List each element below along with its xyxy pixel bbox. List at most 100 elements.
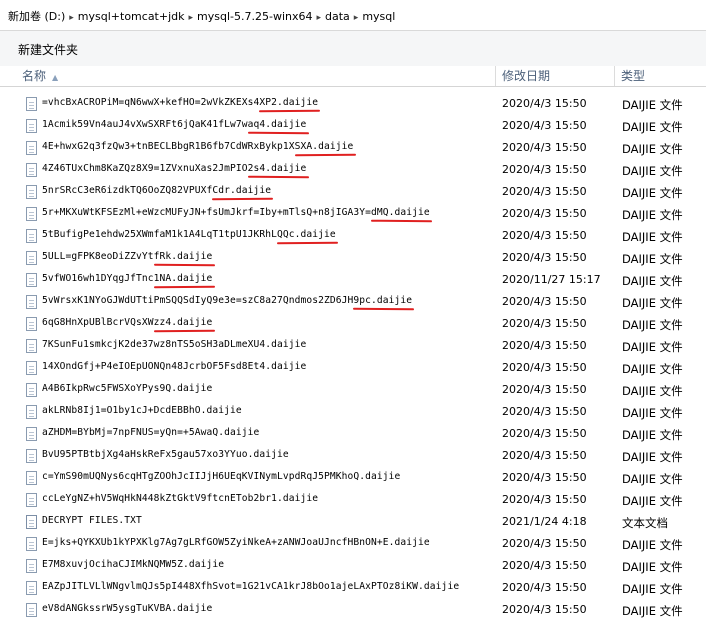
breadcrumb-separator-icon[interactable]: ▸ bbox=[316, 13, 321, 23]
file-row[interactable]: 5nrSRcC3eR6izdkTQ6OoZQ82VPUXfCdr.daijie 2… bbox=[0, 181, 706, 203]
breadcrumb-item-folder[interactable]: mysql-5.7.25-winx64 bbox=[197, 10, 312, 23]
file-row[interactable]: EAZpJITLVLlWNgvlmQJs5pI448XfhSvot=1G21vC… bbox=[0, 577, 706, 599]
text-document-icon bbox=[26, 515, 37, 529]
file-type: DAIJIE 文件 bbox=[622, 208, 683, 222]
file-type: DAIJIE 文件 bbox=[622, 450, 683, 464]
file-row[interactable]: E=jks+QYKXUb1kYPXKlg7Ag7gLRfGOW5ZyiNkeA+… bbox=[0, 533, 706, 555]
file-icon bbox=[26, 383, 37, 397]
file-row[interactable]: c=YmS90mUQNys6cqHTgZOOhJcIIJjH6UEqKVINym… bbox=[0, 467, 706, 489]
file-type: DAIJIE 文件 bbox=[622, 472, 683, 486]
file-row[interactable]: BvU95PTBtbjXg4aHskReFx5gau57xo3YYuo.daij… bbox=[0, 445, 706, 467]
file-icon bbox=[26, 251, 37, 265]
annotation-underline bbox=[294, 153, 356, 157]
file-name[interactable]: A4B6IkpRwc5FWSXoYPys9Q.daijie bbox=[42, 383, 212, 394]
file-row[interactable]: 6qG8HnXpUBlBcrVQsXWzz4.daijie 2020/4/3 15… bbox=[0, 313, 706, 335]
file-name[interactable]: 5ULL=gFPK8eoDiZZvYtfRk.daijie bbox=[42, 251, 212, 262]
file-modified-date: 2020/4/3 15:50 bbox=[502, 141, 587, 154]
file-name[interactable]: 4E+hwxG2q3fzQw3+tnBECLBbgR1B6fb7CdWRxByk… bbox=[42, 141, 353, 152]
file-name[interactable]: eV8dANGkssrW5ysgTuKVBA.daijie bbox=[42, 603, 212, 614]
file-icon bbox=[26, 229, 37, 243]
file-row[interactable]: 5ULL=gFPK8eoDiZZvYtfRk.daijie 2020/4/3 15… bbox=[0, 247, 706, 269]
file-row[interactable]: 14XOndGfj+P4eIOEpUONQn48JcrbOF5Fsd8Et4.d… bbox=[0, 357, 706, 379]
file-name[interactable]: BvU95PTBtbjXg4aHskReFx5gau57xo3YYuo.daij… bbox=[42, 449, 289, 460]
file-row[interactable]: A4B6IkpRwc5FWSXoYPys9Q.daijie 2020/4/3 15… bbox=[0, 379, 706, 401]
file-modified-date: 2020/4/3 15:50 bbox=[502, 427, 587, 440]
file-name[interactable]: aZHDM=BYbMj=7npFNUS=yQn=+5AwaQ.daijie bbox=[42, 427, 259, 438]
address-bar[interactable]: 新加卷 (D:) ▸ mysql+tomcat+jdk ▸ mysql-5.7.25-w… bbox=[0, 0, 706, 31]
file-modified-date: 2020/4/3 15:50 bbox=[502, 493, 587, 506]
file-modified-date: 2020/4/3 15:50 bbox=[502, 383, 587, 396]
file-row[interactable]: =vhcBxACROPiM=qN6wwX+kefHO=2wVkZKEXs4XP2… bbox=[0, 93, 706, 115]
file-icon bbox=[26, 427, 37, 441]
column-header-name[interactable]: 名称 ▲ bbox=[0, 66, 496, 86]
file-name[interactable]: 1Acmik59Vn4auJ4vXwSXRFt6jQaK41fLw7waq4.d… bbox=[42, 119, 306, 130]
file-name[interactable]: =vhcBxACROPiM=qN6wwX+kefHO=2wVkZKEXs4XP2… bbox=[42, 97, 318, 108]
file-modified-date: 2020/4/3 15:50 bbox=[502, 207, 587, 220]
file-row[interactable]: DECRYPT FILES.TXT 2021/1/24 4:18 文本文档 bbox=[0, 511, 706, 533]
column-header-date[interactable]: 修改日期 bbox=[497, 66, 615, 86]
file-name[interactable]: 5vWrsxK1NYoGJWdUTtiPmSQQSdIyQ9e3e=szC8a2… bbox=[42, 295, 412, 306]
file-modified-date: 2020/4/3 15:50 bbox=[502, 537, 587, 550]
file-row[interactable]: 7KSunFu1smkcjK2de37wz8nTS5oSH3aDLmeXU4.d… bbox=[0, 335, 706, 357]
breadcrumb-item-folder[interactable]: data bbox=[325, 10, 350, 23]
file-modified-date: 2020/11/27 15:17 bbox=[502, 273, 601, 286]
file-name[interactable]: ccLeYgNZ+hV5WqHkN448kZtGktV9ftcnETob2br1… bbox=[42, 493, 318, 504]
annotation-underline bbox=[153, 263, 215, 267]
file-name[interactable]: c=YmS90mUQNys6cqHTgZOOhJcIIJjH6UEqKVINym… bbox=[42, 471, 400, 482]
file-type: DAIJIE 文件 bbox=[622, 274, 683, 288]
file-type: DAIJIE 文件 bbox=[622, 604, 683, 618]
file-name[interactable]: 5tBufigPe1ehdw25XWmfaM1k1A4LqT1tpU1JKRhL… bbox=[42, 229, 336, 240]
file-name[interactable]: E7M8xuvjOcihaCJIMkNQMW5Z.daijie bbox=[42, 559, 224, 570]
file-type: DAIJIE 文件 bbox=[622, 318, 683, 332]
file-row[interactable]: 5vWrsxK1NYoGJWdUTtiPmSQQSdIyQ9e3e=szC8a2… bbox=[0, 291, 706, 313]
file-icon bbox=[26, 449, 37, 463]
breadcrumb-item-current[interactable]: mysql bbox=[362, 10, 395, 23]
file-name[interactable]: 6qG8HnXpUBlBcrVQsXWzz4.daijie bbox=[42, 317, 212, 328]
file-type: 文本文档 bbox=[622, 516, 668, 530]
file-row[interactable]: 5r+MKXuWtKFSEzMl+eWzcMUFyJN+fsUmJkrf=Iby… bbox=[0, 203, 706, 225]
breadcrumb-separator-icon[interactable]: ▸ bbox=[354, 13, 359, 23]
file-row[interactable]: 4E+hwxG2q3fzQw3+tnBECLBbgR1B6fb7CdWRxByk… bbox=[0, 137, 706, 159]
file-row[interactable]: ccLeYgNZ+hV5WqHkN448kZtGktV9ftcnETob2br1… bbox=[0, 489, 706, 511]
file-type: DAIJIE 文件 bbox=[622, 494, 683, 508]
file-name[interactable]: EAZpJITLVLlWNgvlmQJs5pI448XfhSvot=1G21vC… bbox=[42, 581, 459, 592]
file-type: DAIJIE 文件 bbox=[622, 406, 683, 420]
file-icon bbox=[26, 273, 37, 287]
file-row[interactable]: 5vfWO16wh1DYqgJfTnc1NA.daijie 2020/11/27 … bbox=[0, 269, 706, 291]
file-modified-date: 2020/4/3 15:50 bbox=[502, 603, 587, 616]
file-icon bbox=[26, 559, 37, 573]
file-name[interactable]: 4Z46TUxChm8KaZQz8X9=1ZVxnuXas2JmPIO2s4.d… bbox=[42, 163, 306, 174]
file-row[interactable]: akLRNb8Ij1=O1by1cJ+DcdEBBhO.daijie 2020/4… bbox=[0, 401, 706, 423]
file-name[interactable]: akLRNb8Ij1=O1by1cJ+DcdEBBhO.daijie bbox=[42, 405, 242, 416]
file-row[interactable]: 4Z46TUxChm8KaZQz8X9=1ZVxnuXas2JmPIO2s4.d… bbox=[0, 159, 706, 181]
file-type: DAIJIE 文件 bbox=[622, 560, 683, 574]
file-row[interactable]: aZHDM=BYbMj=7npFNUS=yQn=+5AwaQ.daijie 202… bbox=[0, 423, 706, 445]
breadcrumb-separator-icon[interactable]: ▸ bbox=[69, 13, 74, 23]
file-row[interactable]: eV8dANGkssrW5ysgTuKVBA.daijie 2020/4/3 15… bbox=[0, 599, 706, 621]
file-type: DAIJIE 文件 bbox=[622, 296, 683, 310]
file-icon bbox=[26, 185, 37, 199]
file-modified-date: 2020/4/3 15:50 bbox=[502, 163, 587, 176]
new-folder-button[interactable]: 新建文件夹 bbox=[18, 41, 78, 58]
breadcrumb-item-folder[interactable]: mysql+tomcat+jdk bbox=[78, 10, 185, 23]
file-type: DAIJIE 文件 bbox=[622, 142, 683, 156]
breadcrumb-separator-icon[interactable]: ▸ bbox=[189, 13, 194, 23]
file-icon bbox=[26, 97, 37, 111]
file-type: DAIJIE 文件 bbox=[622, 538, 683, 552]
file-name[interactable]: E=jks+QYKXUb1kYPXKlg7Ag7gLRfGOW5ZyiNkeA+… bbox=[42, 537, 430, 548]
file-name[interactable]: DECRYPT FILES.TXT bbox=[42, 515, 142, 526]
file-name[interactable]: 5r+MKXuWtKFSEzMl+eWzcMUFyJN+fsUmJkrf=Iby… bbox=[42, 207, 430, 218]
file-name[interactable]: 14XOndGfj+P4eIOEpUONQn48JcrbOF5Fsd8Et4.d… bbox=[42, 361, 306, 372]
annotation-underline bbox=[247, 131, 309, 135]
file-row[interactable]: 1Acmik59Vn4auJ4vXwSXRFt6jQaK41fLw7waq4.d… bbox=[0, 115, 706, 137]
column-header-type[interactable]: 类型 bbox=[616, 66, 706, 86]
file-name[interactable]: 7KSunFu1smkcjK2de37wz8nTS5oSH3aDLmeXU4.d… bbox=[42, 339, 306, 350]
file-row[interactable]: E7M8xuvjOcihaCJIMkNQMW5Z.daijie 2020/4/3 … bbox=[0, 555, 706, 577]
file-row[interactable]: 5tBufigPe1ehdw25XWmfaM1k1A4LqT1tpU1JKRhL… bbox=[0, 225, 706, 247]
file-name[interactable]: 5vfWO16wh1DYqgJfTnc1NA.daijie bbox=[42, 273, 212, 284]
annotation-underline bbox=[212, 197, 274, 201]
annotation-underline bbox=[259, 109, 321, 113]
file-name[interactable]: 5nrSRcC3eR6izdkTQ6OoZQ82VPUXfCdr.daijie bbox=[42, 185, 271, 196]
breadcrumb-item-drive[interactable]: 新加卷 (D:) bbox=[8, 10, 65, 23]
file-icon bbox=[26, 581, 37, 595]
